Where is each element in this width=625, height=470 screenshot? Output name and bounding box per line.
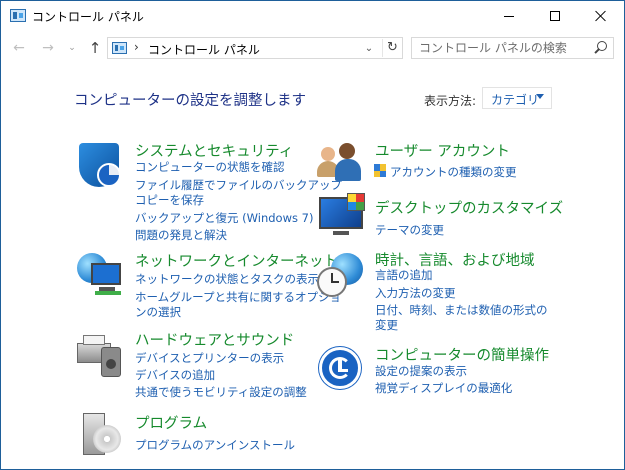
view-by-value: カテゴリ — [491, 93, 540, 107]
clock-globe-icon[interactable] — [317, 251, 369, 303]
page-title: コンピューターの設定を調整します — [74, 93, 306, 109]
view-by-dropdown[interactable]: カテゴリ — [482, 87, 552, 109]
link-devices-printers[interactable]: デバイスとプリンターの表示 — [135, 350, 284, 366]
link-change-input-method[interactable]: 入力方法の変更 — [375, 285, 456, 301]
close-icon — [595, 10, 607, 22]
link-troubleshoot[interactable]: 問題の発見と解決 — [135, 227, 227, 243]
link-change-theme[interactable]: テーマの変更 — [375, 222, 444, 238]
link-add-language[interactable]: 言語の追加 — [375, 267, 433, 283]
title-bar[interactable]: コントロール パネル — [1, 1, 624, 31]
control-panel-window: コントロール パネル ← → ⌄ ↑ › コントロール パネル ⌄ ↻ コンピュ… — [0, 0, 625, 470]
category-user-accounts[interactable]: ユーザー アカウント — [375, 140, 510, 161]
link-file-history-cont[interactable]: コピーを保存 — [135, 192, 204, 208]
link-file-history[interactable]: ファイル履歴でファイルのバックアップ — [135, 177, 342, 193]
window-title: コントロール パネル — [32, 10, 144, 24]
uac-shield-icon — [374, 164, 386, 177]
link-backup-restore[interactable]: バックアップと復元 (Windows 7) — [135, 210, 313, 226]
link-homegroup-cont[interactable]: ンの選択 — [135, 304, 181, 320]
desktop-monitor-icon[interactable] — [317, 193, 369, 245]
category-network-internet[interactable]: ネットワークとインターネット — [135, 250, 338, 271]
category-hardware-sound[interactable]: ハードウェアとサウンド — [135, 329, 294, 350]
address-dropdown-button[interactable]: ⌄ — [362, 42, 376, 56]
search-box[interactable] — [411, 37, 614, 59]
refresh-button[interactable]: ↻ — [382, 39, 402, 57]
category-programs[interactable]: プログラム — [135, 412, 207, 433]
forward-button[interactable]: → — [39, 39, 57, 57]
link-change-date-format-cont[interactable]: 変更 — [375, 317, 398, 333]
link-get-recommendations[interactable]: 設定の提案の表示 — [375, 363, 467, 379]
back-button[interactable]: ← — [10, 39, 28, 57]
link-network-status[interactable]: ネットワークの状態とタスクの表示 — [135, 271, 319, 287]
link-add-device[interactable]: デバイスの追加 — [135, 367, 215, 383]
chevron-down-icon — [536, 94, 544, 99]
category-ease-of-access[interactable]: コンピューターの簡単操作 — [375, 344, 549, 365]
network-globe-icon[interactable] — [75, 251, 127, 303]
link-uninstall-program[interactable]: プログラムのアンインストール — [135, 437, 295, 453]
link-mobility-settings[interactable]: 共通で使うモビリティ設定の調整 — [135, 384, 307, 400]
shield-icon[interactable] — [75, 141, 127, 193]
maximize-icon — [550, 11, 560, 21]
search-icon[interactable] — [593, 41, 607, 55]
address-bar[interactable]: › コントロール パネル ⌄ ↻ — [107, 37, 403, 59]
control-panel-icon — [112, 42, 127, 54]
printer-speaker-icon[interactable] — [75, 329, 127, 381]
minimize-button[interactable] — [486, 1, 532, 31]
breadcrumb-chevron-icon[interactable]: › — [134, 40, 139, 54]
view-by-label: 表示方法: — [424, 94, 477, 108]
control-panel-icon — [10, 9, 26, 22]
navigation-bar: ← → ⌄ ↑ › コントロール パネル ⌄ ↻ — [1, 31, 624, 65]
minimize-icon — [504, 15, 514, 17]
link-optimize-display[interactable]: 視覚ディスプレイの最適化 — [375, 380, 512, 396]
users-icon[interactable] — [317, 141, 369, 193]
recent-locations-button[interactable]: ⌄ — [63, 39, 81, 57]
category-desktop-customization[interactable]: デスクトップのカスタマイズ — [375, 197, 563, 218]
ease-of-access-icon[interactable] — [317, 345, 369, 397]
link-change-account-type[interactable]: アカウントの種類の変更 — [390, 164, 517, 180]
link-homegroup[interactable]: ホームグループと共有に関するオプショ — [135, 289, 341, 305]
programs-box-icon[interactable] — [77, 411, 129, 463]
category-system-security[interactable]: システムとセキュリティ — [135, 140, 293, 161]
close-button[interactable] — [578, 1, 624, 31]
maximize-button[interactable] — [532, 1, 578, 31]
up-button[interactable]: ↑ — [86, 39, 104, 57]
breadcrumb-control-panel[interactable]: コントロール パネル — [148, 41, 260, 58]
link-change-date-format[interactable]: 日付、時刻、または数値の形式の — [375, 302, 548, 318]
link-check-status[interactable]: コンピューターの状態を確認 — [135, 159, 285, 175]
search-input[interactable] — [412, 38, 592, 58]
